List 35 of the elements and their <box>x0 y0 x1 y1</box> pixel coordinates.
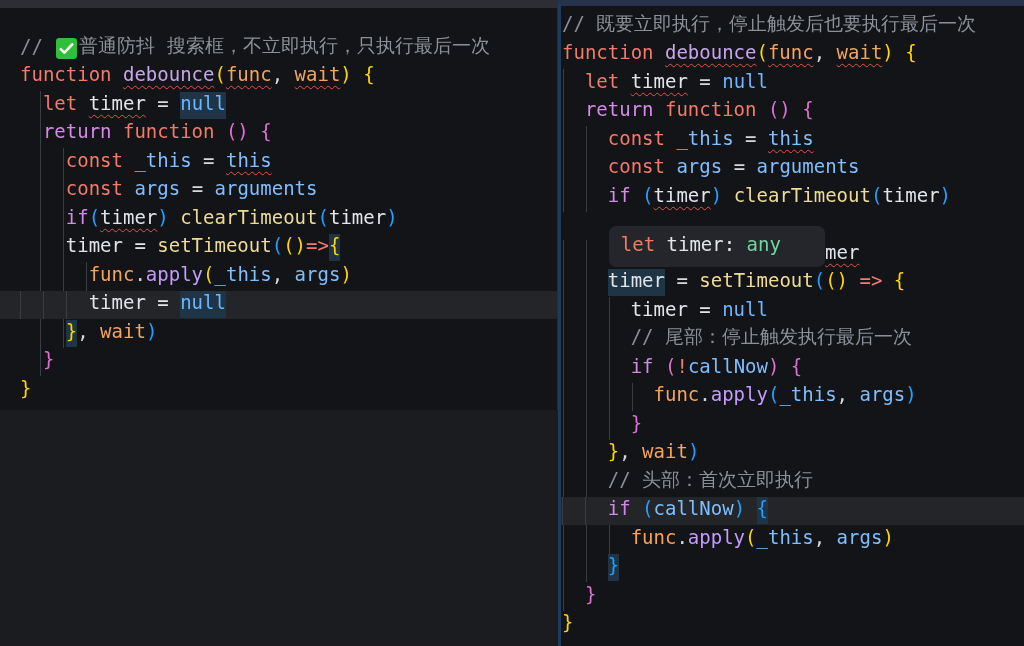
code-comment: // <box>20 34 44 59</box>
code-line: } <box>20 376 32 401</box>
code-line: } <box>562 611 574 636</box>
code-line: // 头部：首次立即执行 <box>607 466 814 492</box>
code-line: }, wait) <box>65 319 158 347</box>
code-line: func.apply(_this, args) <box>630 525 894 551</box>
code-line: timer = setTimeout(() => { <box>607 269 906 297</box>
code-line: } <box>584 582 597 607</box>
code-line: function debounce(func, wait) { <box>562 41 917 66</box>
code-line: const args = arguments <box>607 155 860 180</box>
code-line: }, wait) <box>607 440 700 465</box>
code-line: // 尾部：停止触发执行最后一次 <box>630 324 912 350</box>
code-line: function debounce(func, wait) { <box>20 63 375 88</box>
code-line: mer <box>825 240 860 265</box>
code-line: const args = arguments <box>65 177 318 202</box>
code-line: let timer = null <box>584 69 768 94</box>
code-line: let timer = null <box>42 91 226 119</box>
code-line: } <box>630 411 643 436</box>
code-comment: 普通防抖 搜索框，不立即执行，只执行最后一次 <box>79 32 490 58</box>
code-line: const _this = this <box>65 148 272 174</box>
code-line: return function () { <box>42 120 272 145</box>
code-line: if(timer) clearTimeout(timer) <box>65 205 398 230</box>
code-line: const _this = this <box>607 126 814 152</box>
code-line: } <box>42 348 55 373</box>
code-line: timer = null <box>88 291 226 319</box>
code-line: timer = null <box>630 297 768 322</box>
code-line: // 既要立即执行，停止触发后也要执行最后一次 <box>562 10 977 36</box>
code-line: timer = setTimeout(()=>{ <box>65 234 341 262</box>
code-line: func.apply(_this, args) <box>88 262 352 288</box>
code-line: if (!callNow) { <box>630 354 803 379</box>
code-line: if (timer) clearTimeout(timer) <box>607 183 952 208</box>
code-line: if (callNow) { <box>607 497 768 525</box>
code-line: return function () { <box>584 98 814 123</box>
code-line: func.apply(_this, args) <box>653 383 917 408</box>
hover-tooltip: let timer: any <box>608 226 825 267</box>
